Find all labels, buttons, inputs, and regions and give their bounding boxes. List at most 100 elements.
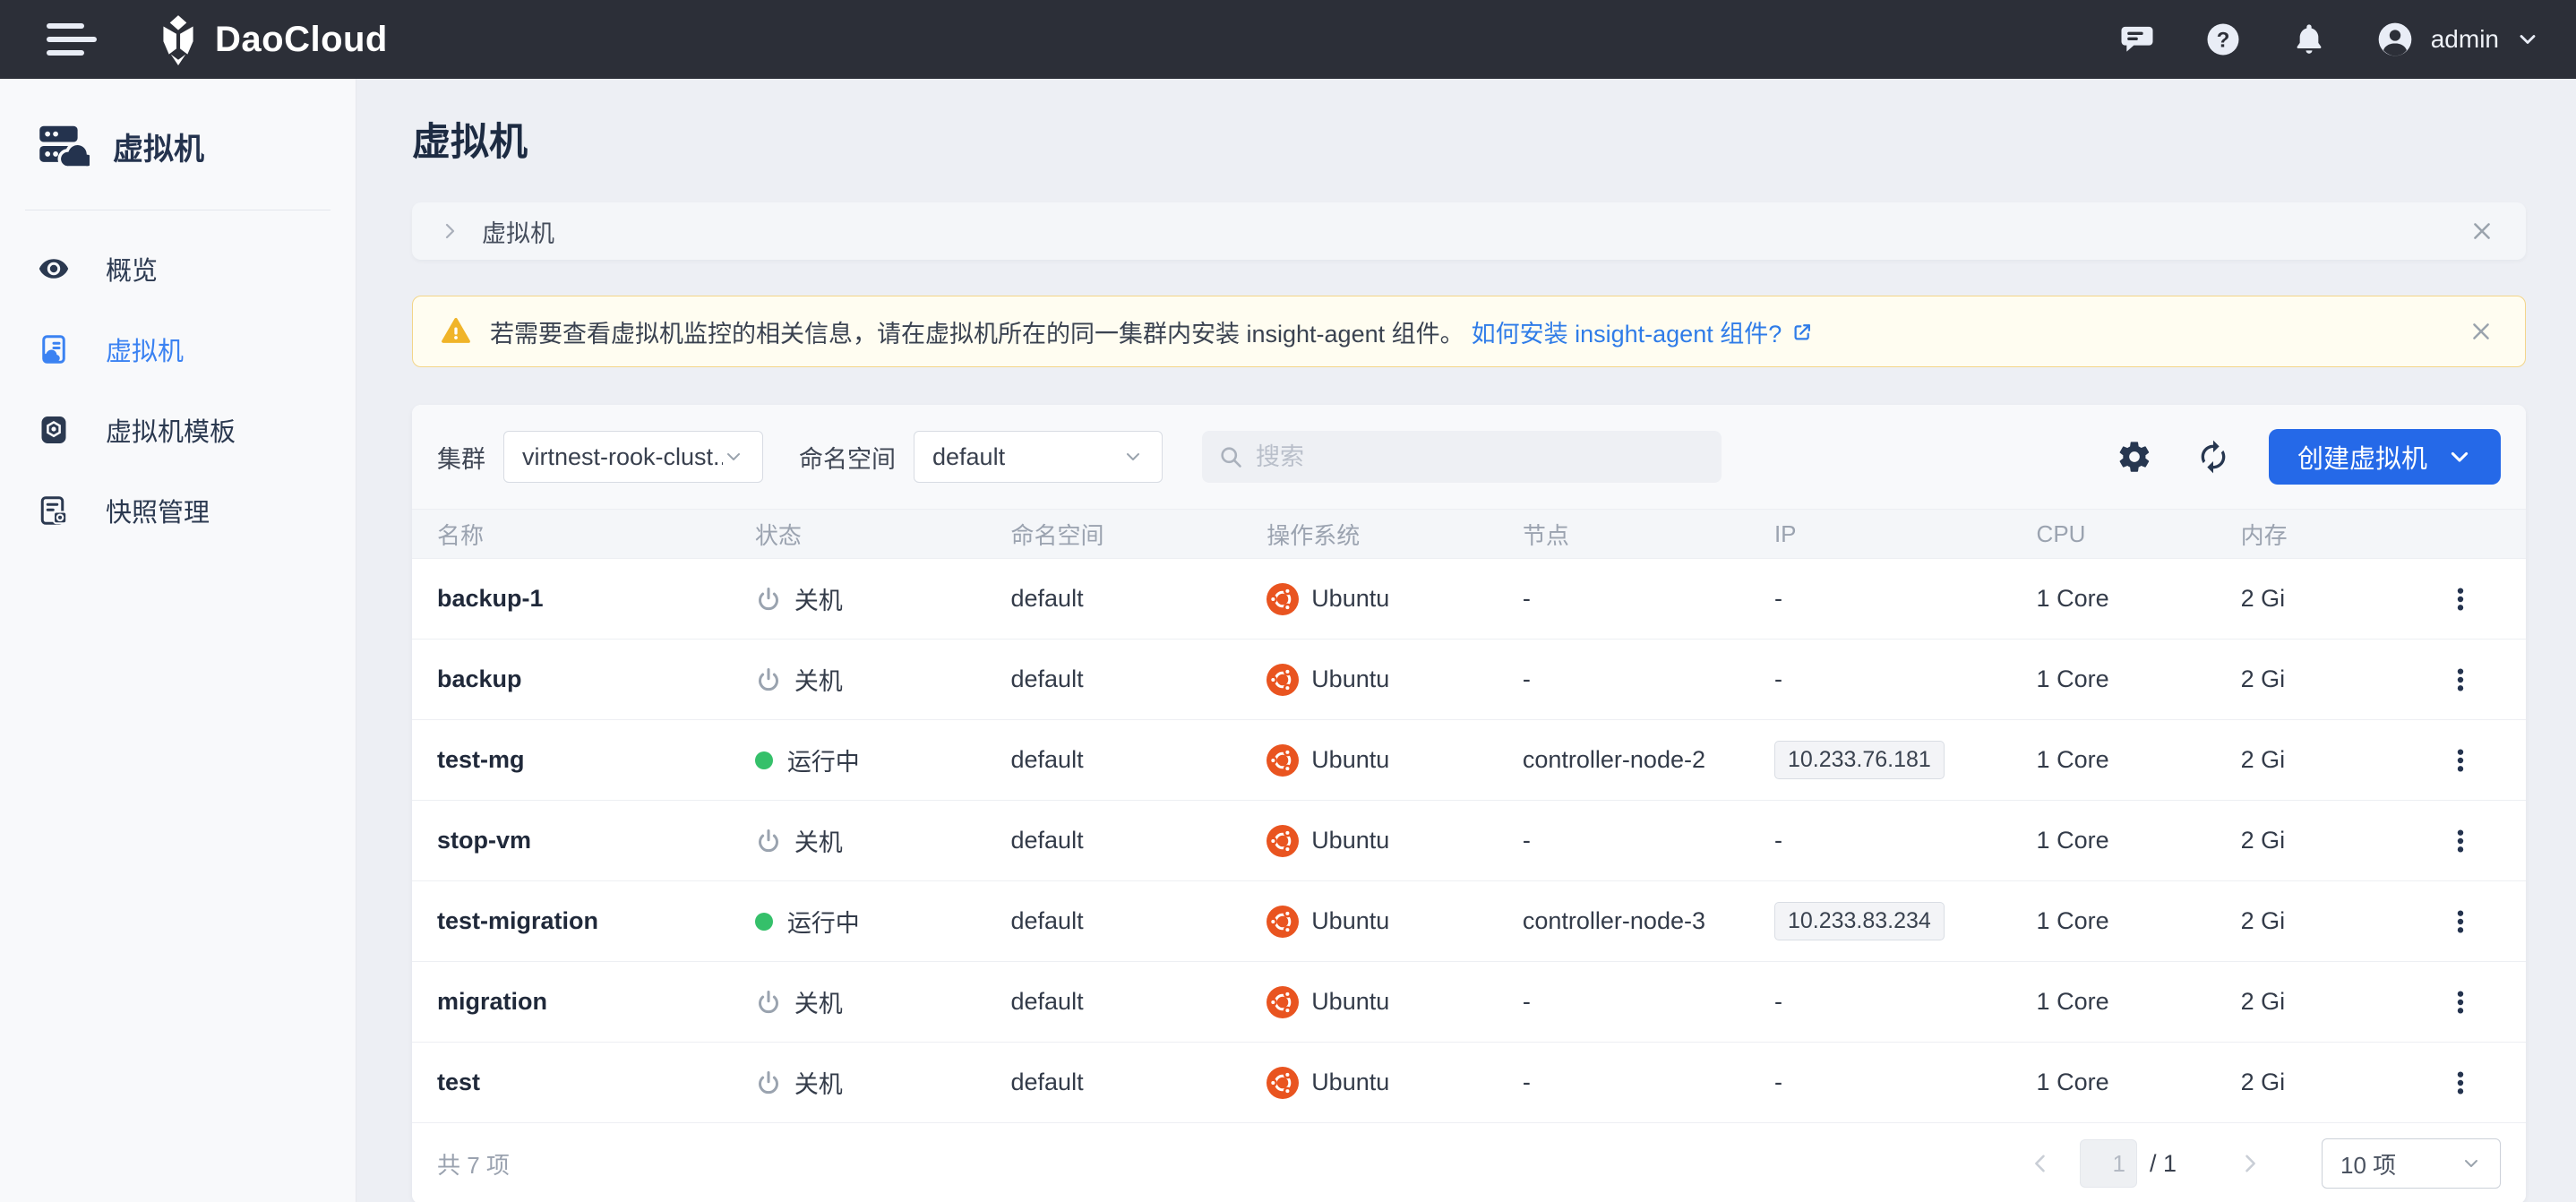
namespace-label: 命名空间 bbox=[799, 440, 896, 475]
vm-os: Ubuntu bbox=[1267, 583, 1523, 615]
col-header-memory: 内存 bbox=[2241, 518, 2420, 551]
sidebar-item-snapshot[interactable]: 快照管理 bbox=[0, 470, 356, 551]
page-input[interactable] bbox=[2080, 1139, 2137, 1188]
vm-namespace: default bbox=[1011, 1069, 1267, 1096]
settings-icon[interactable] bbox=[2111, 434, 2158, 480]
refresh-icon[interactable] bbox=[2190, 434, 2237, 480]
menu-icon[interactable] bbox=[47, 18, 99, 61]
vm-memory: 2 Gi bbox=[2241, 746, 2420, 774]
alert-install-link[interactable]: 如何安装 insight-agent 组件? bbox=[1472, 314, 1816, 349]
next-page-icon[interactable] bbox=[2234, 1147, 2266, 1180]
col-header-name: 名称 bbox=[437, 518, 755, 551]
vm-os: Ubuntu bbox=[1267, 744, 1523, 777]
chevron-down-icon bbox=[723, 446, 744, 468]
notification-icon[interactable] bbox=[2289, 20, 2329, 59]
table-body: backup-1关机defaultUbuntu--1 Core2 Gibacku… bbox=[412, 559, 2526, 1123]
vm-status: 关机 bbox=[755, 662, 1011, 697]
sidebar-item-vm-template[interactable]: 虚拟机模板 bbox=[0, 390, 356, 470]
vm-status: 关机 bbox=[755, 984, 1011, 1019]
create-vm-button[interactable]: 创建虚拟机 bbox=[2269, 429, 2501, 485]
ip-value: - bbox=[1774, 988, 1782, 1016]
vm-name[interactable]: stop-vm bbox=[437, 827, 755, 854]
row-actions-kebab-icon[interactable] bbox=[2437, 576, 2484, 622]
sidebar: 虚拟机 概览虚拟机虚拟机模板快照管理 bbox=[0, 79, 356, 1202]
sidebar-item-overview[interactable]: 概览 bbox=[0, 228, 356, 309]
vm-name[interactable]: test bbox=[437, 1069, 755, 1096]
namespace-select[interactable]: default bbox=[914, 431, 1163, 483]
brand[interactable]: DaoCloud bbox=[156, 13, 388, 65]
breadcrumb-close-icon[interactable] bbox=[2465, 214, 2499, 248]
os-label: Ubuntu bbox=[1311, 988, 1389, 1016]
vm-node: controller-node-3 bbox=[1523, 907, 1774, 935]
vm-ip: - bbox=[1774, 1069, 2037, 1096]
col-header-node: 节点 bbox=[1523, 518, 1774, 551]
vm-node: controller-node-2 bbox=[1523, 746, 1774, 774]
col-header-status: 状态 bbox=[755, 518, 1011, 551]
vm-ip: - bbox=[1774, 585, 2037, 613]
help-icon[interactable]: ? bbox=[2203, 20, 2243, 59]
row-actions-kebab-icon[interactable] bbox=[2437, 818, 2484, 864]
power-off-icon bbox=[755, 1069, 782, 1096]
vm-memory: 2 Gi bbox=[2241, 988, 2420, 1016]
snapshot-icon bbox=[38, 494, 70, 527]
ubuntu-icon bbox=[1267, 906, 1311, 938]
vm-ip: - bbox=[1774, 827, 2037, 854]
table-footer: 共 7 项 / 1 10 项 bbox=[412, 1123, 2526, 1202]
row-actions-kebab-icon[interactable] bbox=[2437, 737, 2484, 784]
vm-cpu: 1 Core bbox=[2037, 907, 2241, 935]
row-actions-kebab-icon[interactable] bbox=[2437, 898, 2484, 945]
vm-name[interactable]: test-migration bbox=[437, 907, 755, 935]
status-label: 关机 bbox=[794, 984, 843, 1019]
sidebar-item-vm[interactable]: 虚拟机 bbox=[0, 309, 356, 390]
table-row: test-migration运行中defaultUbuntucontroller… bbox=[412, 881, 2526, 962]
total-count: 共 7 项 bbox=[437, 1147, 510, 1181]
search-input[interactable] bbox=[1256, 443, 1705, 471]
row-actions-kebab-icon[interactable] bbox=[2437, 1060, 2484, 1106]
sidebar-item-label: 虚拟机模板 bbox=[106, 411, 236, 449]
vm-namespace: default bbox=[1011, 665, 1267, 693]
user-menu[interactable]: admin bbox=[2375, 20, 2540, 59]
alert-banner: 若需要查看虚拟机监控的相关信息，请在虚拟机所在的同一集群内安装 insight-… bbox=[412, 296, 2526, 367]
ubuntu-icon bbox=[1267, 744, 1311, 777]
vm-name[interactable]: test-mg bbox=[437, 746, 755, 774]
vm-memory: 2 Gi bbox=[2241, 665, 2420, 693]
vm-node: - bbox=[1523, 827, 1774, 854]
page-total: / 1 bbox=[2150, 1150, 2177, 1178]
power-off-icon bbox=[755, 989, 782, 1016]
alert-close-icon[interactable] bbox=[2464, 314, 2498, 348]
top-header-bar: DaoCloud ? admin bbox=[0, 0, 2576, 79]
breadcrumb-item[interactable]: 虚拟机 bbox=[482, 214, 554, 249]
ip-value: - bbox=[1774, 1069, 1782, 1096]
eye-icon bbox=[38, 253, 70, 285]
prev-page-icon[interactable] bbox=[2024, 1147, 2057, 1180]
page-size-select[interactable]: 10 项 bbox=[2322, 1138, 2501, 1189]
vm-node: - bbox=[1523, 1069, 1774, 1096]
vm-ip: 10.233.76.181 bbox=[1774, 741, 2037, 779]
pagination: / 1 10 项 bbox=[2024, 1138, 2501, 1189]
sidebar-menu: 概览虚拟机虚拟机模板快照管理 bbox=[0, 228, 356, 551]
search-icon bbox=[1218, 444, 1243, 469]
vm-cpu: 1 Core bbox=[2037, 585, 2241, 613]
vm-name[interactable]: backup bbox=[437, 665, 755, 693]
status-label: 运行中 bbox=[787, 743, 860, 777]
table-toolbar: 集群 virtnest-rook-clust... 命名空间 default bbox=[412, 405, 2526, 509]
external-link-icon bbox=[1790, 320, 1815, 344]
vm-doc-icon bbox=[38, 333, 70, 365]
avatar bbox=[2375, 20, 2415, 59]
vm-node: - bbox=[1523, 665, 1774, 693]
table-row: test关机defaultUbuntu--1 Core2 Gi bbox=[412, 1043, 2526, 1123]
vm-namespace: default bbox=[1011, 746, 1267, 774]
ubuntu-icon bbox=[1267, 664, 1311, 696]
os-label: Ubuntu bbox=[1311, 585, 1389, 613]
vm-table-card: 集群 virtnest-rook-clust... 命名空间 default bbox=[412, 405, 2526, 1202]
message-icon[interactable] bbox=[2117, 20, 2157, 59]
username: admin bbox=[2431, 25, 2499, 54]
row-actions-kebab-icon[interactable] bbox=[2437, 979, 2484, 1026]
vm-name[interactable]: backup-1 bbox=[437, 585, 755, 613]
cluster-select[interactable]: virtnest-rook-clust... bbox=[503, 431, 763, 483]
row-actions-kebab-icon[interactable] bbox=[2437, 657, 2484, 703]
status-label: 关机 bbox=[794, 1065, 843, 1100]
vm-cpu: 1 Core bbox=[2037, 827, 2241, 854]
vm-name[interactable]: migration bbox=[437, 988, 755, 1016]
table-row: migration关机defaultUbuntu--1 Core2 Gi bbox=[412, 962, 2526, 1043]
